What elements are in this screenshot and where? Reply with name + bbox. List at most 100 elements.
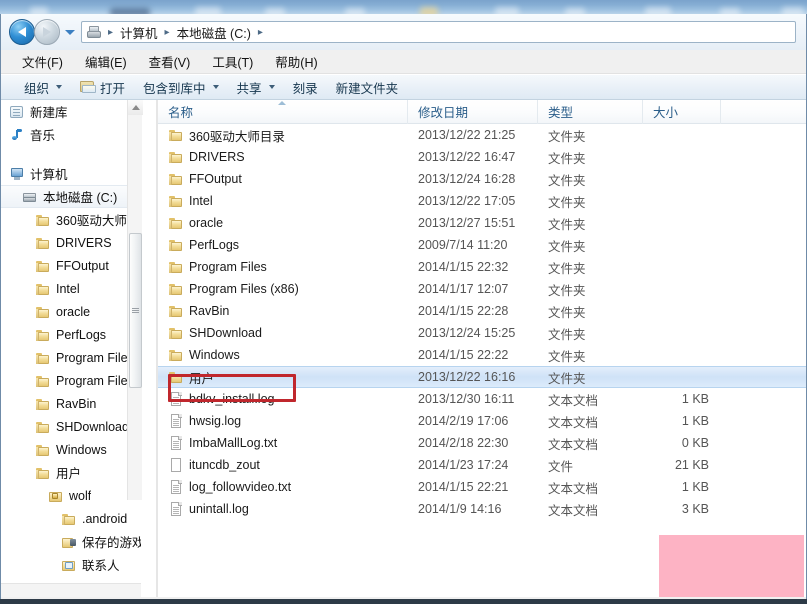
back-button[interactable] bbox=[9, 19, 35, 45]
column-header-name[interactable]: 名称 bbox=[158, 100, 408, 124]
back-arrow-icon bbox=[18, 27, 26, 37]
address-bar[interactable]: ▸ 计算机 ▸ 本地磁盘 (C:) ▸ bbox=[81, 21, 796, 43]
sidebar-item-联系人[interactable]: 联系人 bbox=[1, 553, 141, 576]
folder-icon bbox=[35, 281, 51, 297]
file-icon bbox=[168, 457, 184, 473]
file-date-cell: 2014/1/15 22:28 bbox=[418, 304, 509, 318]
file-name-label: ImbaMallLog.txt bbox=[189, 436, 278, 450]
share-button[interactable]: 共享 bbox=[228, 76, 284, 99]
sidebar-item-本地磁盘 (C:)[interactable]: 本地磁盘 (C:) bbox=[1, 185, 141, 208]
folder-icon bbox=[35, 396, 51, 412]
sidebar-item-用户[interactable]: 用户 bbox=[1, 461, 141, 484]
folder-icon bbox=[168, 193, 184, 209]
sidebar-item-保存的游戏[interactable]: 保存的游戏 bbox=[1, 530, 141, 553]
sidebar-item-wolf[interactable]: wolf bbox=[1, 484, 141, 507]
sidebar-item-SHDownload[interactable]: SHDownload bbox=[1, 415, 141, 438]
navigation-pane-horizontal-scrollbar[interactable] bbox=[1, 583, 141, 597]
table-row[interactable]: Intel 2013/12/22 17:05 文件夹 bbox=[158, 190, 806, 212]
table-row[interactable]: Program Files (x86) 2014/1/17 12:07 文件夹 bbox=[158, 278, 806, 300]
sidebar-item-.android[interactable]: .android bbox=[1, 507, 141, 530]
folder-icon bbox=[35, 442, 51, 458]
menu-view[interactable]: 查看(V) bbox=[138, 50, 202, 73]
folder-icon bbox=[168, 347, 184, 363]
table-row[interactable]: SHDownload 2013/12/24 15:25 文件夹 bbox=[158, 322, 806, 344]
forward-button[interactable] bbox=[34, 19, 60, 45]
table-row[interactable]: hwsig.log 2014/2/19 17:06 文本文档 1 KB bbox=[158, 410, 806, 432]
table-row[interactable]: Windows 2014/1/15 22:22 文件夹 bbox=[158, 344, 806, 366]
sidebar-item-label: FFOutput bbox=[56, 258, 109, 273]
sidebar-item-新建库[interactable]: 新建库 bbox=[1, 100, 141, 123]
column-header-size[interactable]: 大小 bbox=[643, 100, 721, 124]
sidebar-item-PerfLogs[interactable]: PerfLogs bbox=[1, 323, 141, 346]
file-name-label: 360驱动大师目录 bbox=[189, 129, 285, 144]
table-row[interactable]: FFOutput 2013/12/24 16:28 文件夹 bbox=[158, 168, 806, 190]
sidebar-item-label: Program Files bbox=[56, 373, 134, 388]
file-type-cell: 文件夹 bbox=[548, 261, 586, 276]
file-rows: 360驱动大师目录 2013/12/22 21:25 文件夹 DRIVERS 2013/… bbox=[158, 124, 806, 597]
sidebar-item-Program Files[interactable]: Program Files bbox=[1, 346, 141, 369]
open-button[interactable]: 打开 bbox=[71, 76, 134, 99]
scrollbar-thumb[interactable] bbox=[129, 233, 142, 388]
table-row[interactable]: oracle 2013/12/27 15:51 文件夹 bbox=[158, 212, 806, 234]
breadcrumb-item-computer[interactable]: 计算机 bbox=[117, 23, 161, 42]
sidebar-item-label: 本地磁盘 (C:) bbox=[43, 191, 118, 205]
table-row[interactable]: PerfLogs 2009/7/14 11:20 文件夹 bbox=[158, 234, 806, 256]
folder-icon bbox=[168, 171, 184, 187]
file-date-cell: 2014/2/18 22:30 bbox=[418, 436, 509, 450]
table-row[interactable]: unintall.log 2014/1/9 14:16 文本文档 3 KB bbox=[158, 498, 806, 520]
sidebar-item-360驱动大师目录[interactable]: 360驱动大师目录 bbox=[1, 208, 141, 231]
sidebar-item-计算机[interactable]: 计算机 bbox=[1, 162, 141, 185]
sidebar-item-音乐[interactable]: 音乐 bbox=[1, 123, 141, 146]
menu-file[interactable]: 文件(F) bbox=[11, 50, 74, 73]
table-row[interactable]: log_followvideo.txt 2014/1/15 22:21 文本文档 1 … bbox=[158, 476, 806, 498]
file-name-label: unintall.log bbox=[189, 502, 249, 516]
drive-icon bbox=[86, 24, 102, 40]
sidebar-item-RavBin[interactable]: RavBin bbox=[1, 392, 141, 415]
table-row[interactable]: ImbaMallLog.txt 2014/2/18 22:30 文本文档 0 KB bbox=[158, 432, 806, 454]
include-in-library-button[interactable]: 包含到库中 bbox=[134, 76, 228, 99]
table-row[interactable]: ituncdb_zout 2014/1/23 17:24 文件 21 KB bbox=[158, 454, 806, 476]
new-folder-button[interactable]: 新建文件夹 bbox=[327, 76, 408, 99]
column-header-date[interactable]: 修改日期 bbox=[408, 100, 538, 124]
organize-button[interactable]: 组织 bbox=[15, 76, 71, 99]
table-row[interactable]: RavBin 2014/1/15 22:28 文件夹 bbox=[158, 300, 806, 322]
file-name-label: 用户 bbox=[189, 371, 215, 386]
file-name-label: SHDownload bbox=[189, 326, 262, 340]
breadcrumb-separator-0: ▸ bbox=[108, 26, 114, 38]
column-header-type[interactable]: 类型 bbox=[538, 100, 643, 124]
sidebar-item-Program Files[interactable]: Program Files bbox=[1, 369, 141, 392]
forward-arrow-icon bbox=[43, 27, 51, 37]
chevron-down-icon bbox=[65, 29, 75, 35]
menu-tools[interactable]: 工具(T) bbox=[201, 50, 264, 73]
sidebar-item-Windows[interactable]: Windows bbox=[1, 438, 141, 461]
chevron-up-icon bbox=[131, 105, 140, 110]
file-name-label: oracle bbox=[189, 216, 224, 230]
breadcrumb-separator-2[interactable]: ▸ bbox=[254, 27, 267, 38]
folder-icon bbox=[168, 369, 184, 385]
nav-separator bbox=[1, 146, 141, 162]
recent-locations-button[interactable] bbox=[62, 21, 78, 43]
burn-button[interactable]: 刻录 bbox=[284, 76, 327, 99]
sidebar-item-Intel[interactable]: Intel bbox=[1, 277, 141, 300]
include-in-library-label: 包含到库中 bbox=[143, 81, 206, 96]
sidebar-item-label: 保存的游戏 bbox=[82, 536, 141, 550]
navigation-pane-vertical-scrollbar[interactable] bbox=[127, 100, 143, 500]
file-name-cell: DRIVERS bbox=[158, 149, 408, 165]
scroll-up-button[interactable] bbox=[128, 100, 143, 115]
file-size-cell: 1 KB bbox=[681, 414, 709, 428]
table-row[interactable]: Program Files 2014/1/15 22:32 文件夹 bbox=[158, 256, 806, 278]
menu-help[interactable]: 帮助(H) bbox=[264, 50, 328, 73]
sidebar-item-DRIVERS[interactable]: DRIVERS bbox=[1, 231, 141, 254]
user-folder-icon bbox=[48, 488, 64, 504]
table-row[interactable]: 360驱动大师目录 2013/12/22 21:25 文件夹 bbox=[158, 124, 806, 146]
sidebar-item-oracle[interactable]: oracle bbox=[1, 300, 141, 323]
file-date-cell: 2009/7/14 11:20 bbox=[418, 238, 508, 252]
main-area: 新建库音乐计算机本地磁盘 (C:) 360驱动大师目录 DRIVERS FFOutpu… bbox=[1, 100, 806, 597]
breadcrumb-item-local-disk[interactable]: 本地磁盘 (C:) bbox=[174, 23, 254, 42]
menu-edit[interactable]: 编辑(E) bbox=[74, 50, 138, 73]
table-row[interactable]: bdkv_install.log 2013/12/30 16:11 文本文档 1 KB bbox=[158, 388, 806, 410]
table-row[interactable]: 用户 2013/12/22 16:16 文件夹 bbox=[158, 366, 806, 388]
table-row[interactable]: DRIVERS 2013/12/22 16:47 文件夹 bbox=[158, 146, 806, 168]
file-date-cell: 2014/1/17 12:07 bbox=[418, 282, 509, 296]
sidebar-item-FFOutput[interactable]: FFOutput bbox=[1, 254, 141, 277]
